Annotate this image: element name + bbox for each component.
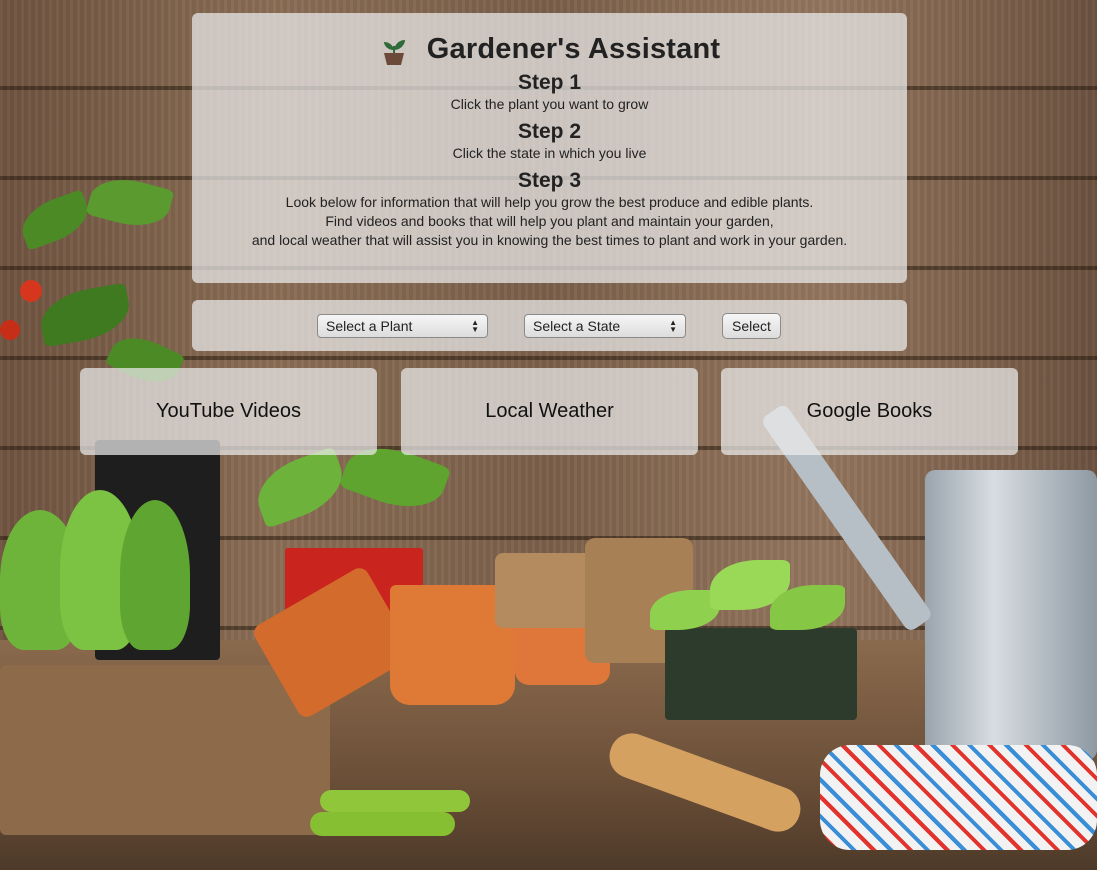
google-books-card[interactable]: Google Books — [721, 368, 1018, 455]
youtube-videos-card[interactable]: YouTube Videos — [80, 368, 377, 455]
plant-select-value: Select a Plant — [326, 318, 413, 334]
plant-select[interactable]: Select a Plant ▲ ▼ — [317, 314, 488, 338]
pepper-plant-decoration — [248, 434, 455, 560]
youtube-videos-label: YouTube Videos — [156, 400, 301, 422]
selection-panel: Select a Plant ▲ ▼ Select a State ▲ ▼ Sele… — [192, 300, 907, 351]
step-1-heading: Step 1 — [517, 71, 582, 94]
step-2-text: Click the state in which you live — [452, 145, 647, 161]
state-select-value: Select a State — [533, 318, 621, 334]
pruner-handle-decoration-2 — [310, 812, 455, 836]
local-weather-card[interactable]: Local Weather — [401, 368, 698, 455]
app-title: Gardener's Assistant — [426, 33, 721, 65]
instructions-panel: Gardener's Assistant Step 1 Click the pl… — [192, 13, 907, 283]
step-3-text-line-1: Look below for information that will hel… — [285, 194, 814, 210]
local-weather-label: Local Weather — [485, 400, 614, 422]
watering-can-decoration — [925, 470, 1097, 760]
select-button[interactable]: Select — [722, 313, 781, 339]
select-arrows-icon: ▲ ▼ — [471, 318, 479, 334]
step-1-text: Click the plant you want to grow — [450, 96, 649, 112]
pruner-handle-decoration — [320, 790, 470, 812]
select-arrows-icon: ▲ ▼ — [669, 318, 677, 334]
sprout-pot-icon — [379, 34, 409, 66]
garden-gloves-decoration — [820, 745, 1097, 850]
step-3-text-line-2: Find videos and books that will help you… — [325, 213, 774, 229]
step-3-text-line-3: and local weather that will assist you i… — [251, 232, 848, 248]
step-3-heading: Step 3 — [517, 169, 582, 192]
state-select[interactable]: Select a State ▲ ▼ — [524, 314, 686, 338]
seedlings-decoration — [650, 560, 850, 660]
peat-trays-decoration — [0, 665, 330, 835]
google-books-label: Google Books — [806, 400, 933, 422]
step-2-heading: Step 2 — [517, 120, 582, 143]
